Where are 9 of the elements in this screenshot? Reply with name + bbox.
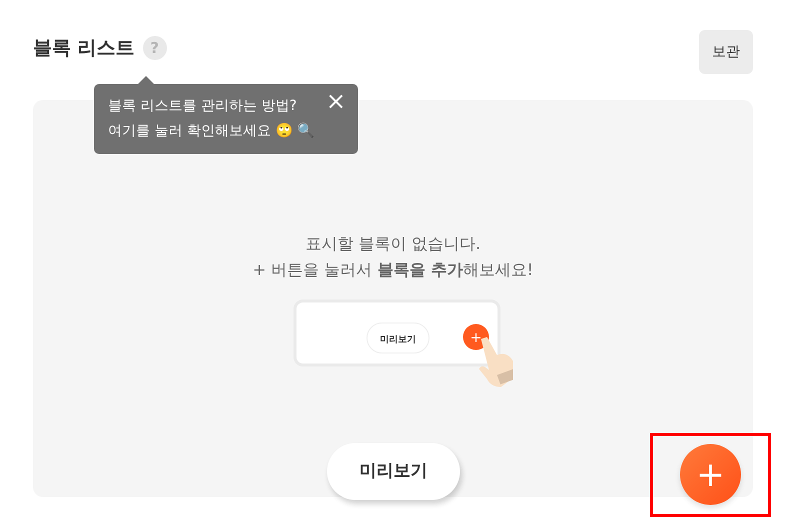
preview-button[interactable]: 미리보기 [327, 443, 460, 500]
close-button[interactable]: × [322, 90, 350, 112]
archive-button[interactable]: 보관 [699, 30, 753, 74]
empty-message: 표시할 블록이 없습니다. [304, 233, 482, 255]
empty-hint: + 버튼을 눌러서 블록을 추가해보세요! [252, 259, 534, 281]
section-title: 블록 리스트 [33, 36, 135, 61]
tooltip-text: 블록 리스트를 관리하는 방법? [108, 97, 297, 116]
add-button[interactable]: + [680, 444, 741, 505]
tooltip-text: 여기를 눌러 확인해보세요 🙄 🔍 [108, 122, 314, 141]
